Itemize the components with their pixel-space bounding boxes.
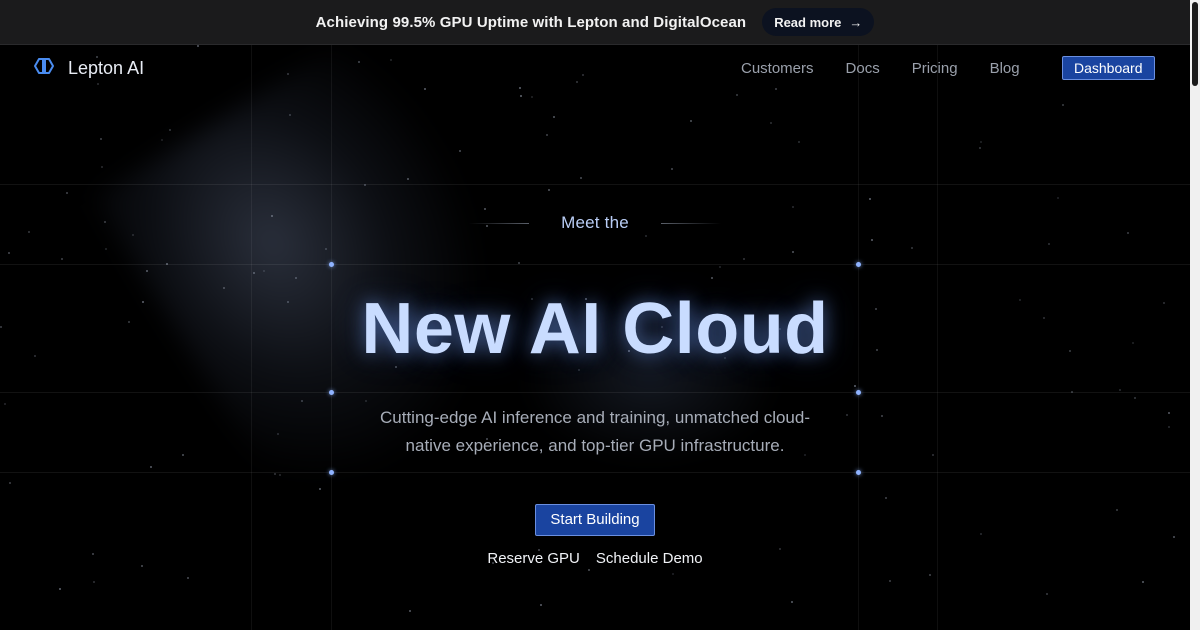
- nav-links: Customers Docs Pricing Blog: [741, 60, 1020, 77]
- nav-link-docs[interactable]: Docs: [846, 60, 880, 77]
- top-nav: Lepton AI Customers Docs Pricing Blog Da…: [0, 44, 1190, 92]
- reserve-gpu-link[interactable]: Reserve GPU: [487, 550, 580, 567]
- arrow-right-icon: →: [849, 14, 863, 30]
- brand-name: Lepton AI: [68, 58, 145, 78]
- eyebrow-row: Meet the: [0, 213, 1190, 233]
- hero-section: Meet the New AI Cloud Cutting-edge AI in…: [0, 0, 1190, 630]
- nav-link-blog[interactable]: Blog: [990, 60, 1020, 77]
- nav-link-pricing[interactable]: Pricing: [912, 60, 958, 77]
- hero-title: New AI Cloud: [361, 289, 829, 369]
- announcement-bar: Achieving 99.5% GPU Uptime with Lepton a…: [0, 0, 1190, 45]
- page: Achieving 99.5% GPU Uptime with Lepton a…: [0, 0, 1200, 630]
- page-scrollbar[interactable]: [1190, 0, 1200, 630]
- hero-subtitle: Cutting-edge AI inference and training, …: [380, 408, 810, 455]
- brand-link[interactable]: Lepton AI: [32, 56, 144, 81]
- start-building-button[interactable]: Start Building: [535, 504, 655, 536]
- dashboard-button[interactable]: Dashboard: [1062, 56, 1155, 80]
- lepton-logo-icon: [32, 56, 56, 81]
- divider: [469, 222, 530, 224]
- announcement-text[interactable]: Achieving 99.5% GPU Uptime with Lepton a…: [316, 14, 747, 31]
- nav-link-customers[interactable]: Customers: [741, 60, 814, 77]
- schedule-demo-link[interactable]: Schedule Demo: [596, 550, 703, 567]
- read-more-label: Read more: [774, 14, 842, 30]
- hero-eyebrow: Meet the: [561, 213, 629, 232]
- read-more-button[interactable]: Read more →: [762, 8, 875, 36]
- secondary-cta-row: Reserve GPU Schedule Demo: [0, 550, 1190, 567]
- scrollbar-thumb[interactable]: [1192, 2, 1198, 86]
- divider: [660, 222, 721, 224]
